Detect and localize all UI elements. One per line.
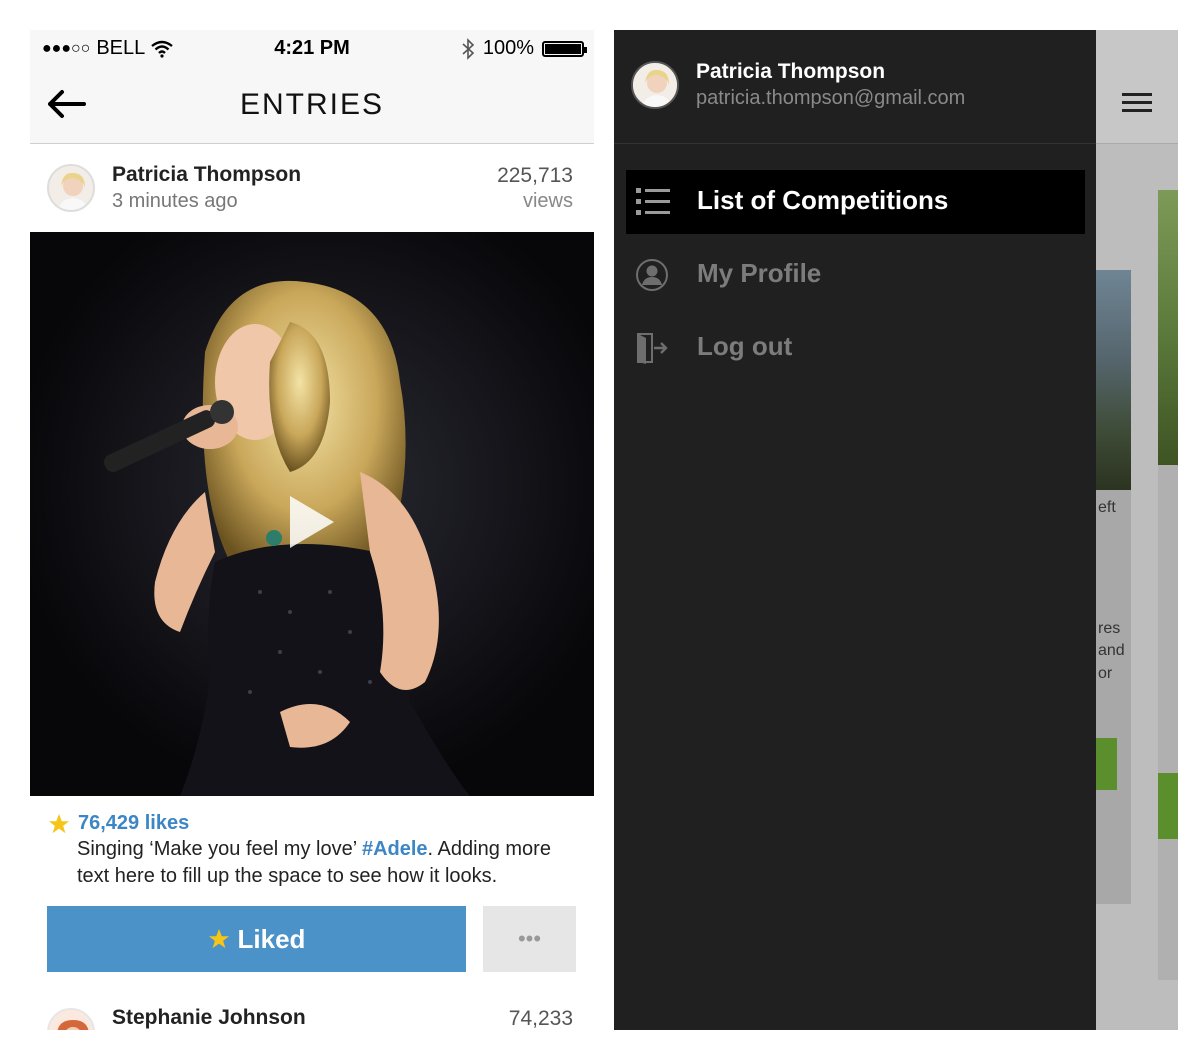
entry-video[interactable]	[30, 232, 594, 796]
drawer-user-name: Patricia Thompson	[696, 60, 886, 83]
avatar[interactable]	[631, 61, 679, 109]
caption-text-start: Singing ‘Make you feel my love’	[77, 838, 362, 860]
entry-caption: Singing ‘Make you feel my love’ #Adele. …	[77, 836, 577, 890]
hamburger-menu-icon[interactable]	[1122, 93, 1152, 113]
battery-percent: 100%	[482, 37, 534, 59]
battery-icon	[542, 40, 587, 57]
menu-screen: eft res and or Patricia Thompson patrici…	[614, 30, 1178, 1030]
play-icon[interactable]	[288, 494, 336, 550]
entries-screen: ●●●○○ BELL 4:21 PM 100% ENTRIES Patricia…	[30, 30, 594, 1030]
entry-timestamp: 3 minutes ago	[112, 190, 238, 212]
menu-item-label: Log out	[697, 331, 793, 361]
status-right: 100%	[461, 37, 587, 60]
drawer-user-email: patricia.thompson@gmail.com	[696, 87, 966, 109]
entry-header: Patricia Thompson 3 minutes ago 225,713 …	[30, 144, 594, 232]
likes-count[interactable]: 76,429 likes	[78, 812, 189, 835]
entry-author-name[interactable]: Stephanie Johnson	[112, 1006, 306, 1030]
menu-item-competitions[interactable]: List of Competitions	[626, 170, 1085, 234]
liked-label: Liked	[237, 923, 306, 954]
star-icon	[208, 928, 229, 949]
dimmed-card-image	[1158, 190, 1178, 465]
dimmed-card	[1096, 270, 1131, 904]
dimmed-card-image	[1096, 270, 1131, 490]
dimmed-text: eft	[1098, 499, 1116, 516]
menu-item-label: List of Competitions	[697, 185, 949, 215]
menu-item-profile[interactable]: My Profile	[626, 243, 1085, 307]
avatar[interactable]	[47, 164, 95, 212]
dimmed-text: or	[1098, 665, 1113, 682]
bluetooth-icon	[462, 37, 475, 60]
navigation-bar: ENTRIES	[30, 66, 594, 144]
views-label: views	[522, 190, 573, 212]
more-options-button[interactable]: •••	[483, 906, 576, 972]
dimmed-card-button	[1158, 773, 1178, 839]
dimmed-card	[1158, 190, 1178, 980]
list-item[interactable]: Stephanie Johnson 74,233	[30, 1000, 594, 1030]
dimmed-text: res	[1098, 620, 1121, 637]
menu-item-logout[interactable]: Log out	[626, 316, 1085, 380]
views-count: 74,233	[508, 1007, 573, 1030]
hashtag-link[interactable]: #Adele	[362, 838, 428, 860]
side-drawer: Patricia Thompson patricia.thompson@gmai…	[614, 30, 1096, 1030]
views-count: 225,713	[497, 164, 573, 187]
star-icon	[48, 813, 70, 833]
likes-row: 76,429 likes	[48, 812, 189, 835]
dimmed-navigation-bar	[1096, 30, 1178, 144]
list-icon	[636, 188, 670, 215]
profile-icon	[636, 259, 668, 291]
avatar[interactable]	[47, 1008, 95, 1030]
menu-item-label: My Profile	[697, 258, 822, 288]
dimmed-text: and	[1098, 642, 1125, 659]
entry-author-name[interactable]: Patricia Thompson	[112, 163, 301, 187]
status-bar: ●●●○○ BELL 4:21 PM 100%	[30, 30, 594, 66]
liked-button[interactable]: Liked	[47, 906, 466, 972]
logout-icon	[637, 333, 668, 364]
dimmed-card-button	[1096, 738, 1117, 790]
page-title: ENTRIES	[239, 88, 385, 121]
drawer-header: Patricia Thompson patricia.thompson@gmai…	[614, 30, 1096, 144]
